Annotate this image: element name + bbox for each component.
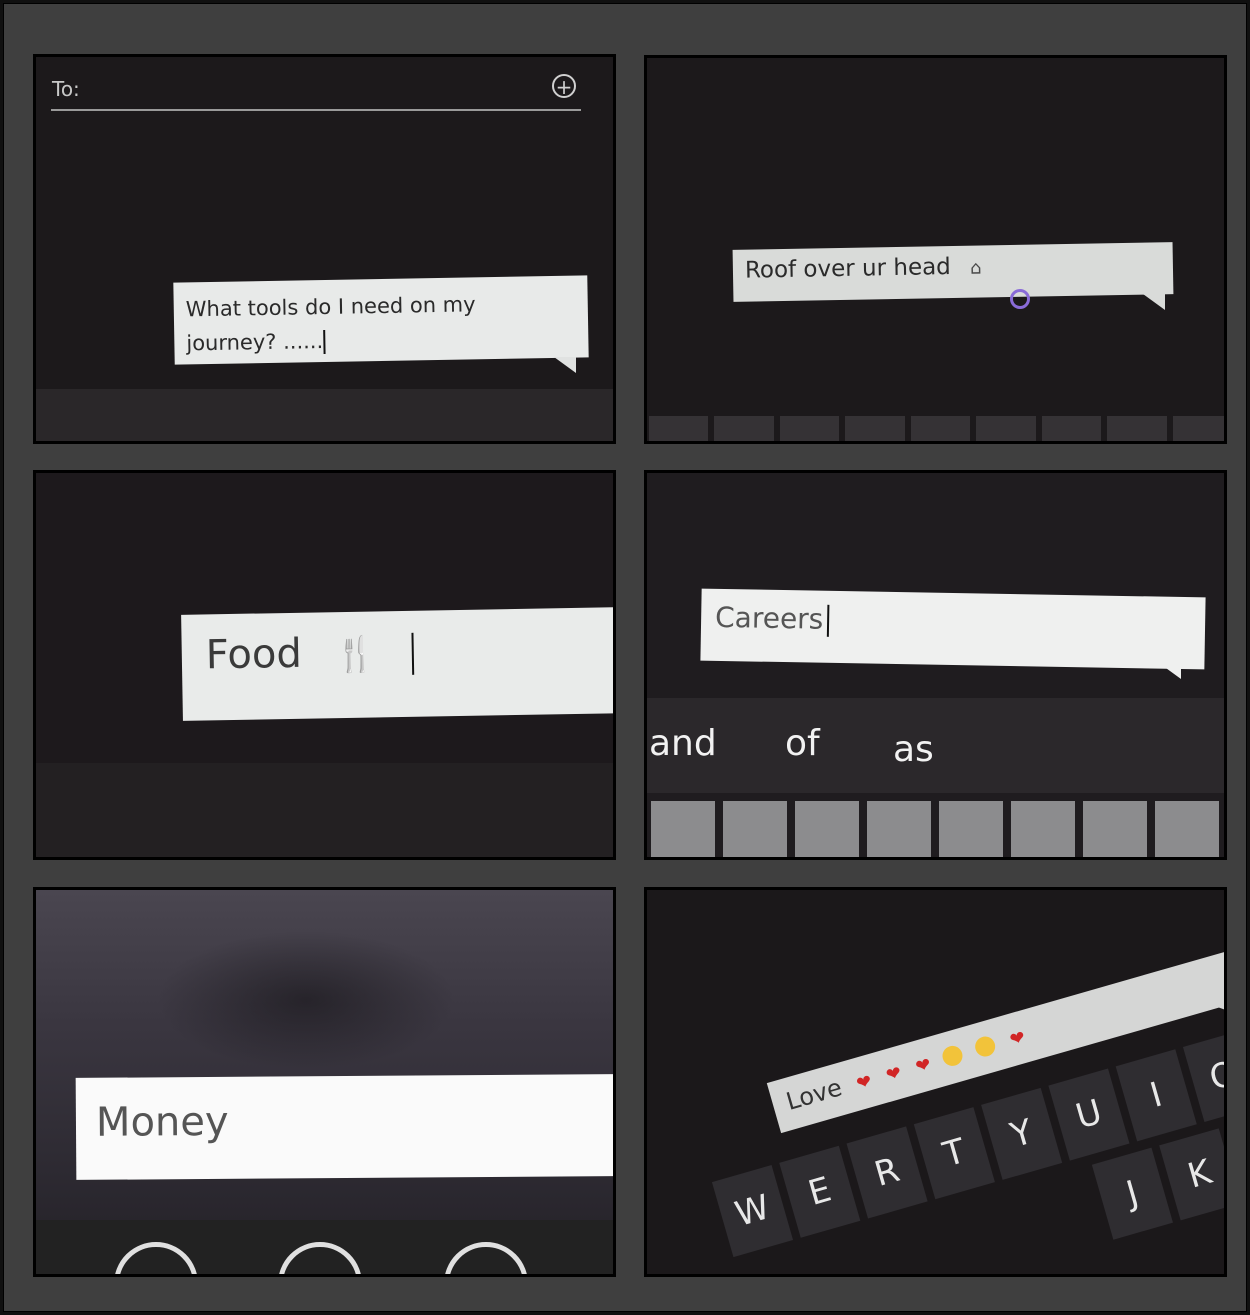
photo-panel-food: Food 🍴 — [33, 470, 616, 860]
message-text: Love — [783, 1073, 846, 1116]
key-t[interactable]: T — [913, 1107, 995, 1200]
key[interactable] — [779, 416, 840, 441]
bubble-tail — [554, 357, 576, 373]
hearts-icon: ❤ — [913, 1053, 934, 1079]
photo-panel-money: Money — [33, 887, 616, 1277]
photo-panel-careers: Careers and of as — [644, 470, 1227, 860]
fork-knife-icon: 🍴 — [334, 634, 378, 676]
photo-panel-roof: Roof over ur head ⌂ — [644, 55, 1227, 444]
smile-face-icon — [940, 1043, 966, 1069]
add-circle-icon[interactable]: + — [552, 74, 576, 98]
message-text: Food — [205, 630, 303, 679]
message-bubble[interactable]: Roof over ur head ⌂ — [732, 242, 1174, 302]
key-y[interactable]: Y — [981, 1087, 1063, 1180]
touch-indicator-icon — [1010, 289, 1030, 309]
suggestion-word[interactable]: and — [649, 723, 717, 764]
key[interactable] — [1172, 416, 1224, 441]
key-r[interactable]: R — [846, 1126, 928, 1219]
text-caret — [322, 329, 326, 355]
keyboard-keys — [647, 416, 1224, 441]
key[interactable] — [976, 416, 1036, 441]
bubble-tail — [1159, 663, 1181, 679]
message-input[interactable]: Money — [75, 1074, 613, 1180]
key[interactable] — [939, 801, 1003, 857]
key[interactable] — [845, 416, 905, 441]
to-field[interactable] — [51, 109, 581, 111]
heart-face-icon: ❤ — [1007, 1026, 1028, 1051]
screen-reflection — [156, 930, 456, 1070]
message-text: Money — [95, 1098, 229, 1146]
key-e[interactable]: E — [779, 1145, 861, 1238]
key[interactable] — [1041, 416, 1102, 441]
heart-icon: ❤ — [854, 1070, 875, 1095]
key-j[interactable]: J — [1091, 1147, 1173, 1240]
key-k[interactable]: K — [1159, 1128, 1224, 1221]
home-icon: ⌂ — [969, 257, 982, 279]
key[interactable] — [651, 801, 715, 857]
suggestion-word[interactable]: of — [785, 723, 820, 764]
word-suggestion-bar — [647, 698, 1224, 793]
key[interactable] — [867, 801, 931, 857]
to-label: To: — [52, 77, 80, 101]
keyboard-keys — [651, 801, 1219, 857]
key[interactable] — [795, 801, 859, 857]
message-input[interactable]: Food 🍴 — [181, 607, 613, 721]
text-caret — [411, 632, 414, 675]
key-u[interactable]: U — [1048, 1068, 1130, 1161]
hearts-icon: ❤ — [883, 1062, 904, 1087]
key[interactable] — [1155, 801, 1219, 857]
key[interactable] — [723, 801, 787, 857]
bubble-tail — [1143, 294, 1165, 310]
message-bubble[interactable]: What tools do I need on my journey? ....… — [173, 275, 589, 365]
suggestion-word[interactable]: as — [893, 729, 934, 770]
key[interactable] — [649, 416, 709, 441]
message-text: Careers — [714, 600, 824, 636]
key-i[interactable]: I — [1115, 1049, 1197, 1142]
tilted-screen: Love ❤ ❤ ❤ ❤ W E R T Y U I O J K — [687, 890, 1224, 1274]
screen-lower-area — [36, 763, 613, 857]
key[interactable] — [910, 416, 971, 441]
key[interactable] — [1083, 801, 1147, 857]
key[interactable] — [1107, 416, 1167, 441]
text-caret — [827, 604, 830, 637]
message-bubble[interactable]: Careers — [700, 588, 1206, 670]
message-text: Roof over ur head — [744, 254, 952, 284]
message-line-2: journey? ...... — [186, 329, 324, 356]
key-w[interactable]: W — [711, 1165, 794, 1258]
message-line-1: What tools do I need on my — [185, 292, 476, 322]
keyboard-strip — [36, 389, 613, 441]
photo-panel-to-field: To: + What tools do I need on my journey… — [33, 54, 616, 444]
collage-frame: To: + What tools do I need on my journey… — [3, 3, 1247, 1312]
photo-panel-love: Love ❤ ❤ ❤ ❤ W E R T Y U I O J K — [644, 887, 1227, 1277]
kiss-face-icon — [972, 1034, 998, 1059]
key[interactable] — [714, 416, 774, 441]
key[interactable] — [1011, 801, 1075, 857]
